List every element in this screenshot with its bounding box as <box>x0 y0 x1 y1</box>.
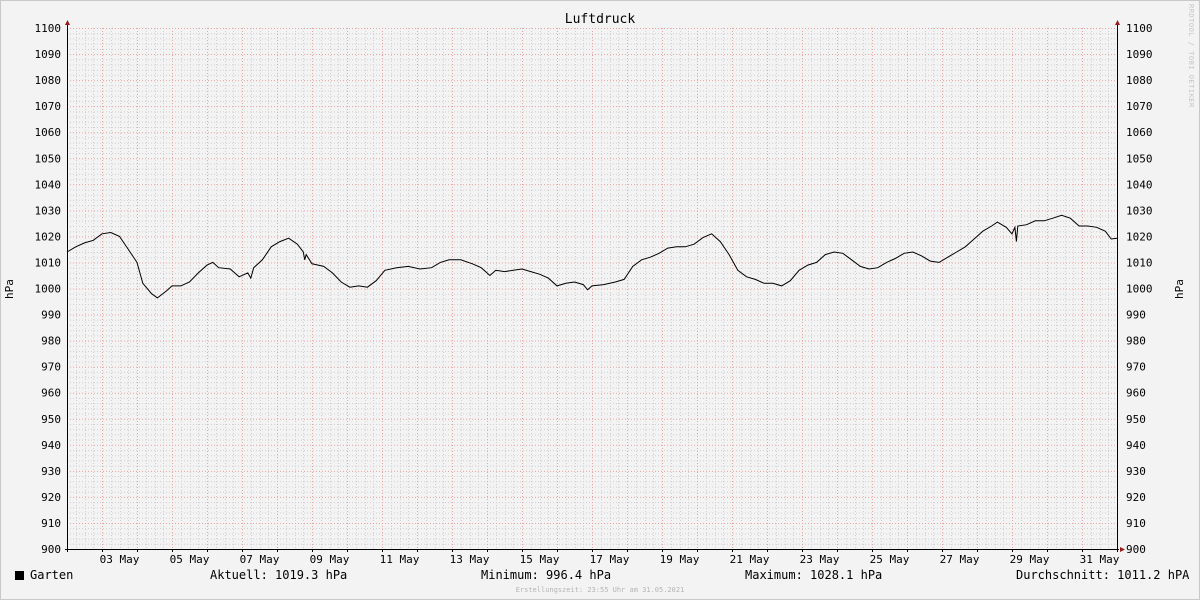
y-axis-left-arrow <box>65 20 70 25</box>
legend-current: Aktuell: 1019.3 hPa <box>210 568 348 582</box>
y-tick-label-left: 920 <box>41 491 61 504</box>
x-tick-label: 21 May <box>730 553 770 566</box>
legend-series-name: Garten <box>30 568 74 582</box>
y-tick-label-left: 910 <box>41 517 61 530</box>
y-axis-right-arrow <box>1115 20 1120 25</box>
x-tick-label: 15 May <box>520 553 560 566</box>
x-tick-label: 11 May <box>380 553 420 566</box>
y-tick-label-left: 960 <box>41 387 61 400</box>
pressure-chart: 900 910 920 930 940 950 960 970 980 990 1000 1010 10… <box>3 12 1186 566</box>
x-tick-label: 17 May <box>590 553 630 566</box>
y-tick-label-right: 1040 <box>1126 178 1153 191</box>
y-tick-label-left: 1090 <box>35 48 62 61</box>
y-tick-label-left: 990 <box>41 309 61 322</box>
y-tick-label-right: 1020 <box>1126 230 1153 243</box>
y-tick-label-left: 900 <box>41 543 61 556</box>
x-tick-label: 09 May <box>310 553 350 566</box>
chart-title: Luftdruck <box>565 12 636 27</box>
y-tick-label-right: 1080 <box>1126 74 1153 87</box>
y-tick-label-left: 980 <box>41 335 61 348</box>
y-tick-label-right: 940 <box>1126 439 1146 452</box>
y-tick-label-left: 1060 <box>35 126 62 139</box>
x-tick-label: 29 May <box>1010 553 1050 566</box>
legend-swatch <box>15 571 24 580</box>
y-tick-label-right: 1100 <box>1126 22 1153 35</box>
y-tick-label-right: 1050 <box>1126 152 1153 165</box>
y-tick-label-left: 1010 <box>35 256 62 269</box>
x-tick-label: 13 May <box>450 553 490 566</box>
y-tick-label-left: 930 <box>41 465 61 478</box>
y-tick-label-right: 920 <box>1126 491 1146 504</box>
y-tick-label-right: 990 <box>1126 309 1146 322</box>
creation-time: Erstellungszeit: 23:55 Uhr am 31.05.2021 <box>515 586 685 594</box>
y-tick-label-right: 980 <box>1126 335 1146 348</box>
x-tick-label: 27 May <box>940 553 980 566</box>
y-tick-label-right: 930 <box>1126 465 1146 478</box>
legend-average: Durchschnitt: 1011.2 hPA <box>1016 568 1190 582</box>
y-tick-label-left: 1030 <box>35 204 62 217</box>
x-tick-label: 31 May <box>1080 553 1120 566</box>
y-axis-left-label: hPa <box>3 279 16 299</box>
legend-maximum: Maximum: 1028.1 hPa <box>745 568 883 582</box>
legend-minimum: Minimum: 996.4 hPa <box>481 568 612 582</box>
y-tick-label-right: 1090 <box>1126 48 1153 61</box>
y-tick-label-right: 950 <box>1126 413 1146 426</box>
y-axis-right-ticks: 900 910 920 930 940 950 960 970 980 990 1000 1010 10… <box>1126 22 1153 556</box>
x-axis-arrow <box>1120 547 1125 552</box>
y-tick-label-right: 960 <box>1126 387 1146 400</box>
y-tick-label-left: 950 <box>41 413 61 426</box>
y-tick-label-left: 1100 <box>35 22 62 35</box>
grid <box>67 28 1117 549</box>
y-axis-left-ticks: 900 910 920 930 940 950 960 970 980 990 1000 1010 10… <box>35 22 62 556</box>
y-tick-label-right: 1060 <box>1126 126 1153 139</box>
y-tick-label-left: 1040 <box>35 178 62 191</box>
y-tick-label-right: 1070 <box>1126 100 1153 113</box>
y-tick-label-right: 1030 <box>1126 204 1153 217</box>
x-tick-label: 19 May <box>660 553 700 566</box>
y-tick-label-left: 940 <box>41 439 61 452</box>
y-tick-label-left: 1070 <box>35 100 62 113</box>
y-tick-label-left: 1080 <box>35 74 62 87</box>
x-tick-label: 25 May <box>870 553 910 566</box>
x-tick-label: 05 May <box>170 553 210 566</box>
y-tick-label-left: 1020 <box>35 230 62 243</box>
y-tick-label-right: 970 <box>1126 361 1146 374</box>
x-tick-label: 23 May <box>800 553 840 566</box>
x-tick-label: 07 May <box>240 553 280 566</box>
y-tick-label-right: 910 <box>1126 517 1146 530</box>
y-tick-label-left: 1050 <box>35 152 62 165</box>
rrdtool-credit: RRDTOOL / TOBI OETIKER <box>1187 4 1195 108</box>
y-tick-label-left: 1000 <box>35 283 62 296</box>
y-tick-label-right: 1010 <box>1126 256 1153 269</box>
y-tick-label-right: 1000 <box>1126 283 1153 296</box>
x-tick-label: 03 May <box>100 553 140 566</box>
y-tick-label-left: 970 <box>41 361 61 374</box>
legend-series: Garten <box>15 568 73 582</box>
y-tick-label-right: 900 <box>1126 543 1146 556</box>
x-axis-ticks: 03 May 05 May 07 May 09 May 11 May 13 May 15 M… <box>100 553 1120 566</box>
y-axis-right-label: hPa <box>1173 279 1186 299</box>
